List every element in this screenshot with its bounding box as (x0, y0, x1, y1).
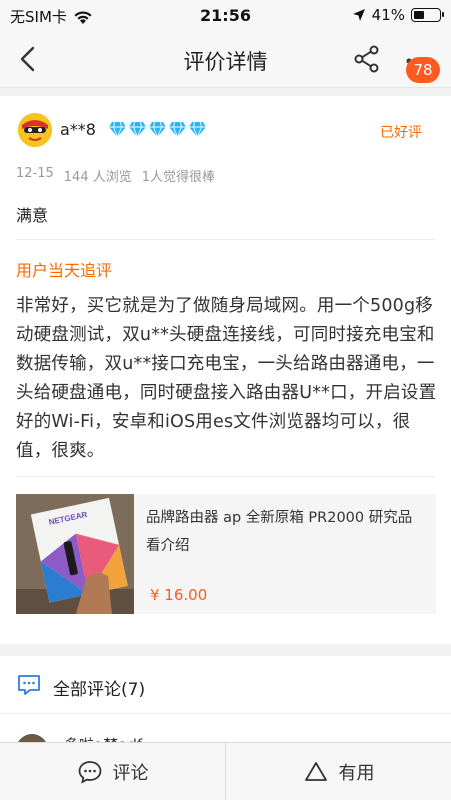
member-level-diamonds (108, 120, 207, 138)
useful-button-label: 有用 (338, 762, 375, 784)
review-content: 满意 (16, 206, 49, 225)
review-date: 12-15 (16, 166, 54, 181)
review-card: a**8 已好评 12-15 144 人浏览 1人觉得很棒 满意 用户当天追评 … (0, 96, 451, 644)
divider (16, 476, 435, 477)
review-views: 144 人浏览 (63, 170, 132, 185)
router-box-image: NETGEAR (16, 494, 134, 614)
comment-button[interactable]: 评论 (0, 743, 225, 800)
status-bar: 无SIM卡 21:56 41% (0, 0, 451, 30)
nav-bar: 评价详情 78 (0, 30, 451, 88)
message-count-badge[interactable]: 78 (406, 57, 440, 83)
diamond-icon (109, 121, 126, 138)
rating-label: 已好评 (380, 125, 422, 141)
divider (16, 239, 435, 240)
diamond-icon (129, 121, 146, 138)
battery-fill (414, 11, 424, 19)
location-arrow-icon (352, 9, 365, 21)
triangle-up-icon (304, 761, 327, 781)
diamond-icon (149, 121, 166, 138)
product-image: NETGEAR (16, 494, 134, 614)
avatar[interactable] (18, 113, 52, 147)
status-right: 41% (352, 6, 444, 24)
comment-button-label: 评论 (112, 762, 149, 784)
bottom-action-bar: 评论 有用 (0, 742, 451, 800)
product-card[interactable]: NETGEAR 品牌路由器 ap 全新原箱 PR2000 研究品 看介绍 ¥ 1… (16, 494, 436, 614)
avatar-face-icon (18, 113, 52, 147)
diamond-icon (169, 121, 186, 138)
review-meta: 12-15 144 人浏览 1人觉得很棒 (16, 166, 215, 185)
useful-button[interactable]: 有用 (225, 743, 451, 800)
comments-title: 全部评论(7) (53, 680, 146, 700)
product-title[interactable]: 品牌路由器 ap 全新原箱 PR2000 研究品 看介绍 (146, 504, 426, 560)
diamond-icon (189, 121, 206, 138)
page-title: 评价详情 (183, 50, 268, 74)
product-price: ¥ 16.00 (150, 586, 208, 604)
followup-content: 非常好，买它就是为了做随身局域网。用一个500g移动硬盘测试，双u**头硬盘连接… (16, 296, 437, 461)
comment-bubble-icon (18, 675, 40, 695)
review-likes: 1人觉得很棒 (141, 170, 216, 185)
user-name[interactable]: a**8 (60, 120, 96, 139)
battery-icon (411, 8, 444, 22)
comment-icon (78, 760, 101, 784)
comments-header[interactable]: 全部评论(7) (0, 656, 451, 714)
share-icon[interactable] (352, 44, 382, 74)
followup-label: 用户当天追评 (16, 261, 113, 280)
battery-percent: 41% (371, 6, 405, 24)
